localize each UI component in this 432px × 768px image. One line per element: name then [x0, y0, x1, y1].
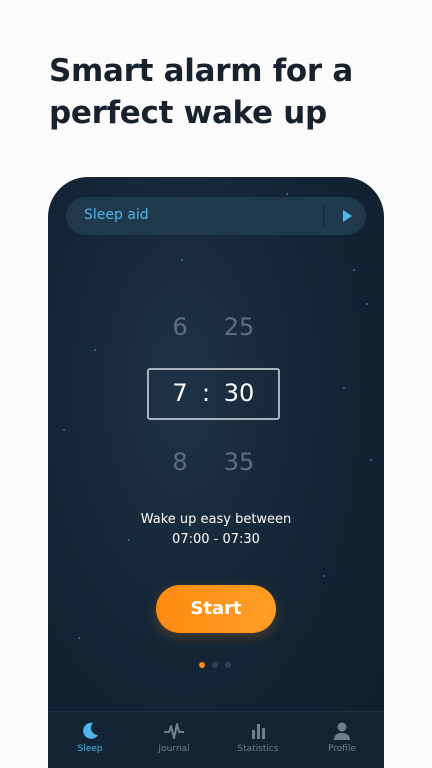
tab-label: Sleep — [77, 744, 103, 754]
star-decoration — [94, 349, 96, 351]
pulse-icon — [164, 723, 184, 739]
picker-prev-minute[interactable]: 25 — [221, 313, 257, 341]
star-decoration — [323, 575, 325, 577]
headline-line-1: Smart alarm for a — [49, 53, 353, 89]
star-decoration — [286, 193, 288, 195]
time-picker-selection[interactable] — [147, 368, 280, 420]
page-dot-active[interactable] — [199, 662, 205, 668]
play-icon[interactable] — [343, 210, 352, 222]
picker-prev-hour[interactable]: 6 — [172, 313, 188, 341]
start-button[interactable]: Start — [156, 585, 276, 633]
picker-hour[interactable]: 7 — [172, 379, 188, 407]
sleep-aid-bar[interactable]: Sleep aid — [66, 197, 366, 235]
star-decoration — [353, 269, 355, 271]
tab-journal[interactable]: Journal — [132, 712, 216, 768]
tab-label: Journal — [158, 744, 190, 754]
headline-line-2: perfect wake up — [49, 95, 327, 131]
tab-label: Profile — [328, 744, 356, 754]
page-dot[interactable] — [225, 662, 231, 668]
sleep-aid-label: Sleep aid — [84, 207, 149, 223]
picker-next-hour[interactable]: 8 — [172, 448, 188, 476]
page-dot[interactable] — [212, 662, 218, 668]
picker-minute[interactable]: 30 — [221, 379, 257, 407]
star-decoration — [366, 303, 368, 305]
bottom-tab-bar: Sleep Journal Statistics Profile — [48, 711, 384, 768]
star-decoration — [63, 429, 65, 431]
tab-label: Statistics — [237, 744, 279, 754]
wake-window-range: 07:00 - 07:30 — [172, 532, 260, 547]
star-decoration — [343, 387, 345, 389]
user-icon — [334, 722, 350, 740]
star-decoration — [370, 459, 372, 461]
bar-chart-icon — [252, 724, 265, 739]
page-headline: Smart alarm for a perfect wake up — [49, 50, 419, 134]
picker-separator: : — [201, 379, 211, 407]
wake-window-line-1: Wake up easy between — [140, 512, 292, 527]
star-decoration — [181, 259, 183, 261]
star-decoration — [78, 637, 80, 639]
tab-profile[interactable]: Profile — [300, 712, 384, 768]
wake-window-text: Wake up easy between 07:00 - 07:30 — [48, 510, 384, 550]
picker-next-minute[interactable]: 35 — [221, 448, 257, 476]
sleep-aid-divider — [323, 204, 324, 228]
tab-statistics[interactable]: Statistics — [216, 712, 300, 768]
phone-screen: Sleep aid 6 25 7 : 30 8 35 Wake up easy … — [48, 177, 384, 768]
moon-icon — [83, 722, 98, 739]
tab-sleep[interactable]: Sleep — [48, 712, 132, 768]
